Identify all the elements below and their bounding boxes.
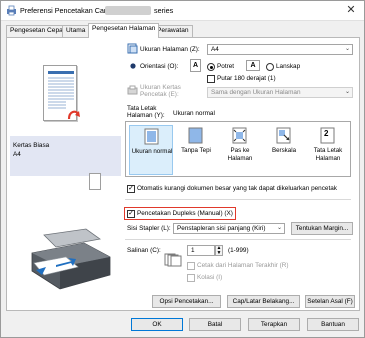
- auto-reduce-label: Otomatis kurangi dokumen besar yang tak …: [137, 185, 338, 192]
- duplex-flip-arrow-icon: [67, 110, 80, 120]
- rotate-180-checkbox[interactable]: [207, 75, 215, 83]
- layout-normal-size-label: Ukuran normal: [131, 148, 173, 155]
- page-layout-list: Ukuran normal Tanpa Tepi Pas ke Halaman: [125, 121, 351, 177]
- chevron-down-icon: ⌄: [344, 89, 350, 95]
- collate-label: Kolasi (I): [197, 274, 223, 281]
- page-layout-number: 2: [324, 129, 329, 138]
- copies-label: Salinan (C):: [127, 247, 161, 254]
- auto-reduce-checkbox[interactable]: ✓: [127, 185, 135, 193]
- rotate-180-label: Putar 180 derajat (1): [217, 75, 276, 82]
- print-from-last-page-label: Cetak dari Halaman Terakhir (R): [197, 262, 289, 269]
- paper-size-label: A4: [13, 151, 21, 158]
- stapling-side-select[interactable]: Penstapleran sisi panjang (Kiri) ⌄: [173, 223, 285, 234]
- printer-app-icon: [7, 5, 16, 16]
- fit-to-page-icon: [232, 127, 247, 144]
- duplex-label: Pencetakan Dupleks (Manual) (X): [137, 210, 233, 217]
- tab-main[interactable]: Utama: [62, 25, 90, 37]
- layout-borderless[interactable]: Tanpa Tepi: [174, 125, 218, 175]
- copies-value: 1: [191, 247, 195, 254]
- layout-normal-size[interactable]: Ukuran normal: [129, 125, 173, 175]
- tab-page-setup[interactable]: Pengesetan Halaman: [88, 23, 160, 38]
- preview-pane: Kertas Biasa A4: [10, 47, 121, 309]
- stamp-background-button[interactable]: Cap/Latar Belakang...: [227, 295, 300, 308]
- collate-checkbox[interactable]: [187, 274, 195, 282]
- copies-range: (1-999): [228, 247, 249, 254]
- help-button[interactable]: Bantuan: [307, 318, 359, 331]
- stapling-side-label: Sisi Stapler (L):: [127, 225, 171, 232]
- section-divider: [125, 239, 351, 240]
- window-title-suffix: series: [154, 6, 174, 15]
- defaults-button[interactable]: Setelan Asal (F): [305, 295, 355, 308]
- layout-fit-to-page-label: Pas ke Halaman: [227, 147, 253, 162]
- paper-info-band: Kertas Biasa A4: [10, 136, 121, 176]
- ok-button[interactable]: OK: [131, 318, 183, 331]
- page-preview: [43, 65, 80, 121]
- layout-fit-to-page[interactable]: Pas ke Halaman: [218, 125, 262, 175]
- portrait-glyph-icon: A: [190, 59, 201, 72]
- printer-illustration-icon: [31, 228, 111, 290]
- landscape-label: Lanskap: [276, 63, 301, 70]
- printing-preferences-window: Preferensi Pencetakan Canon series ✕ Pen…: [0, 0, 365, 338]
- copies-stack-icon: [164, 253, 182, 267]
- printer-paper-size-icon: [127, 85, 138, 95]
- specify-margin-button[interactable]: Tentukan Margin...: [291, 222, 353, 235]
- model-name-redacted: [105, 6, 151, 15]
- layout-page-layout-label: Tata Letak Halaman: [313, 147, 343, 162]
- page-size-select[interactable]: A4 ⌄: [207, 44, 353, 55]
- layout-borderless-label: Tanpa Tepi: [181, 147, 211, 154]
- portrait-radio[interactable]: [207, 63, 215, 71]
- print-from-last-page-checkbox[interactable]: [187, 262, 195, 270]
- copies-spinner[interactable]: ▲ ▼: [215, 245, 223, 256]
- landscape-glyph-icon: A: [246, 60, 260, 71]
- normal-size-icon: [144, 128, 159, 145]
- portrait-label: Potret: [217, 63, 235, 70]
- tab-quick-setup[interactable]: Pengesetan Cepat: [6, 25, 69, 37]
- printer-paper-size-select[interactable]: Sama dengan Ukuran Halaman ⌄: [207, 87, 353, 98]
- printer-paper-size-label-1: Ukuran Kertas: [140, 84, 181, 91]
- layout-scaled-label: Berskala: [271, 147, 297, 154]
- print-options-button[interactable]: Opsi Pencetakan...: [152, 295, 221, 308]
- orientation-label: Orientasi (O):: [140, 63, 179, 70]
- printer-paper-size-label-2: Pencetak (E):: [140, 91, 179, 98]
- cancel-button[interactable]: Batal: [189, 318, 241, 331]
- output-paper-icon: [89, 173, 101, 190]
- layout-scaled[interactable]: Berskala: [262, 125, 306, 175]
- page-size-label: Ukuran Halaman (Z):: [140, 46, 200, 53]
- title-bar: Preferensi Pencetakan Canon series ✕: [1, 1, 364, 21]
- layout-page-layout[interactable]: 2 Tata Letak Halaman: [306, 125, 350, 175]
- chevron-down-icon: ⌄: [276, 225, 282, 231]
- stapling-side-value: Penstapleran sisi panjang (Kiri): [177, 225, 266, 232]
- orientation-rotate-icon: [130, 63, 136, 69]
- close-icon[interactable]: ✕: [343, 3, 359, 17]
- page-size-value: A4: [211, 46, 219, 53]
- page-layout-current: Ukuran normal: [173, 110, 215, 117]
- copies-input[interactable]: 1: [187, 245, 215, 256]
- paper-type-label: Kertas Biasa: [13, 142, 50, 149]
- window-title: Preferensi Pencetakan Canon: [20, 6, 116, 15]
- printer-paper-size-value: Sama dengan Ukuran Halaman: [211, 89, 301, 96]
- duplex-checkbox[interactable]: ✓: [127, 210, 135, 218]
- page-layout-label-2: Halaman (Y):: [127, 112, 165, 119]
- landscape-radio[interactable]: [266, 63, 274, 71]
- borderless-icon: [188, 127, 203, 144]
- scaled-icon: [276, 127, 291, 144]
- section-divider: [125, 199, 351, 200]
- apply-button[interactable]: Terapkan: [248, 318, 300, 331]
- page-size-icon: [127, 43, 138, 54]
- chevron-down-icon: ⌄: [344, 46, 350, 52]
- page-layout-label-1: Tata Letak: [127, 105, 157, 112]
